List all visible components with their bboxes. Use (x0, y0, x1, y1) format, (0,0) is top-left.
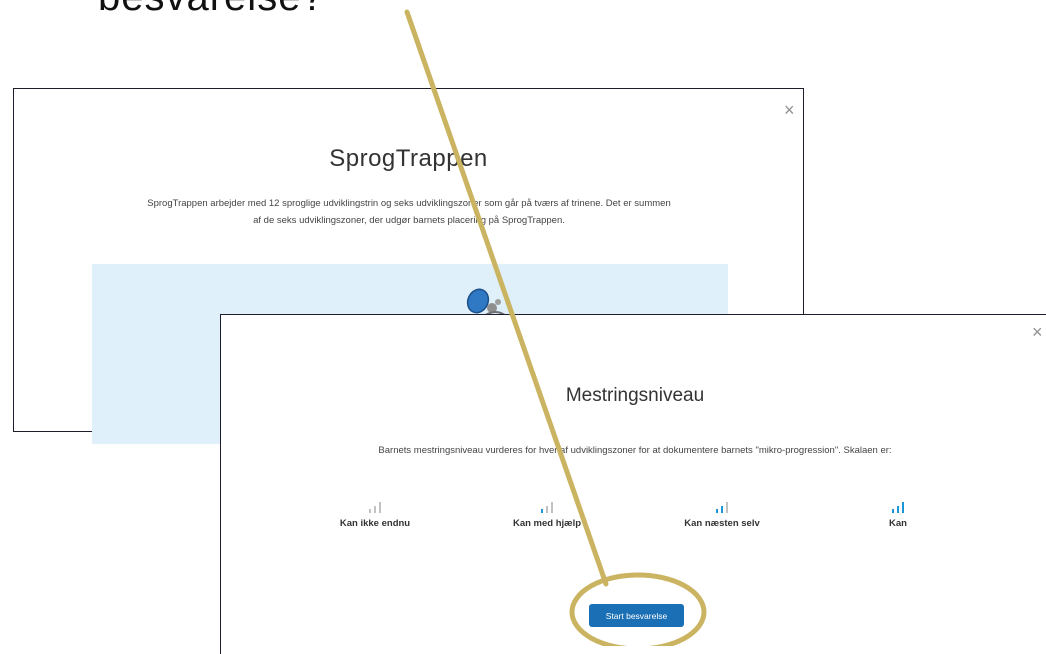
level-label: Kan ikke endnu (339, 518, 411, 529)
signal-bars-icon (716, 502, 728, 513)
dialog-title: Mestringsniveau (565, 385, 705, 406)
signal-bars-icon (892, 502, 904, 513)
mestringsniveau-dialog: × Mestringsniveau Barnets mestringsnivea… (220, 314, 1046, 654)
dialog-description: SprogTrappen arbejder med 12 sproglige u… (147, 198, 671, 226)
level-kan-naesten-selv: Kan næsten selv (652, 501, 792, 529)
mastery-scale: Kan ikke endnu Kan med hjælp Kan næsten … (221, 501, 1046, 541)
start-besvarelse-button[interactable]: Start besvarelse (589, 604, 684, 627)
level-label: Kan med hjælp (512, 518, 582, 529)
level-label: Kan næsten selv (684, 518, 760, 529)
level-kan-med-hjaelp: Kan med hjælp (477, 501, 617, 529)
close-icon[interactable]: × (1032, 323, 1043, 341)
signal-bars-icon (541, 502, 553, 513)
level-label: Kan (889, 518, 907, 529)
level-kan-ikke-endnu: Kan ikke endnu (305, 501, 445, 529)
caption-text: besvarelse? (98, 0, 325, 21)
signal-bars-icon (369, 502, 381, 513)
dialog-description: Barnets mestringsniveau vurderes for hve… (378, 445, 892, 456)
level-kan: Kan (828, 501, 968, 529)
dialog-title: SprogTrappen (329, 145, 488, 172)
close-icon[interactable]: × (784, 101, 795, 119)
